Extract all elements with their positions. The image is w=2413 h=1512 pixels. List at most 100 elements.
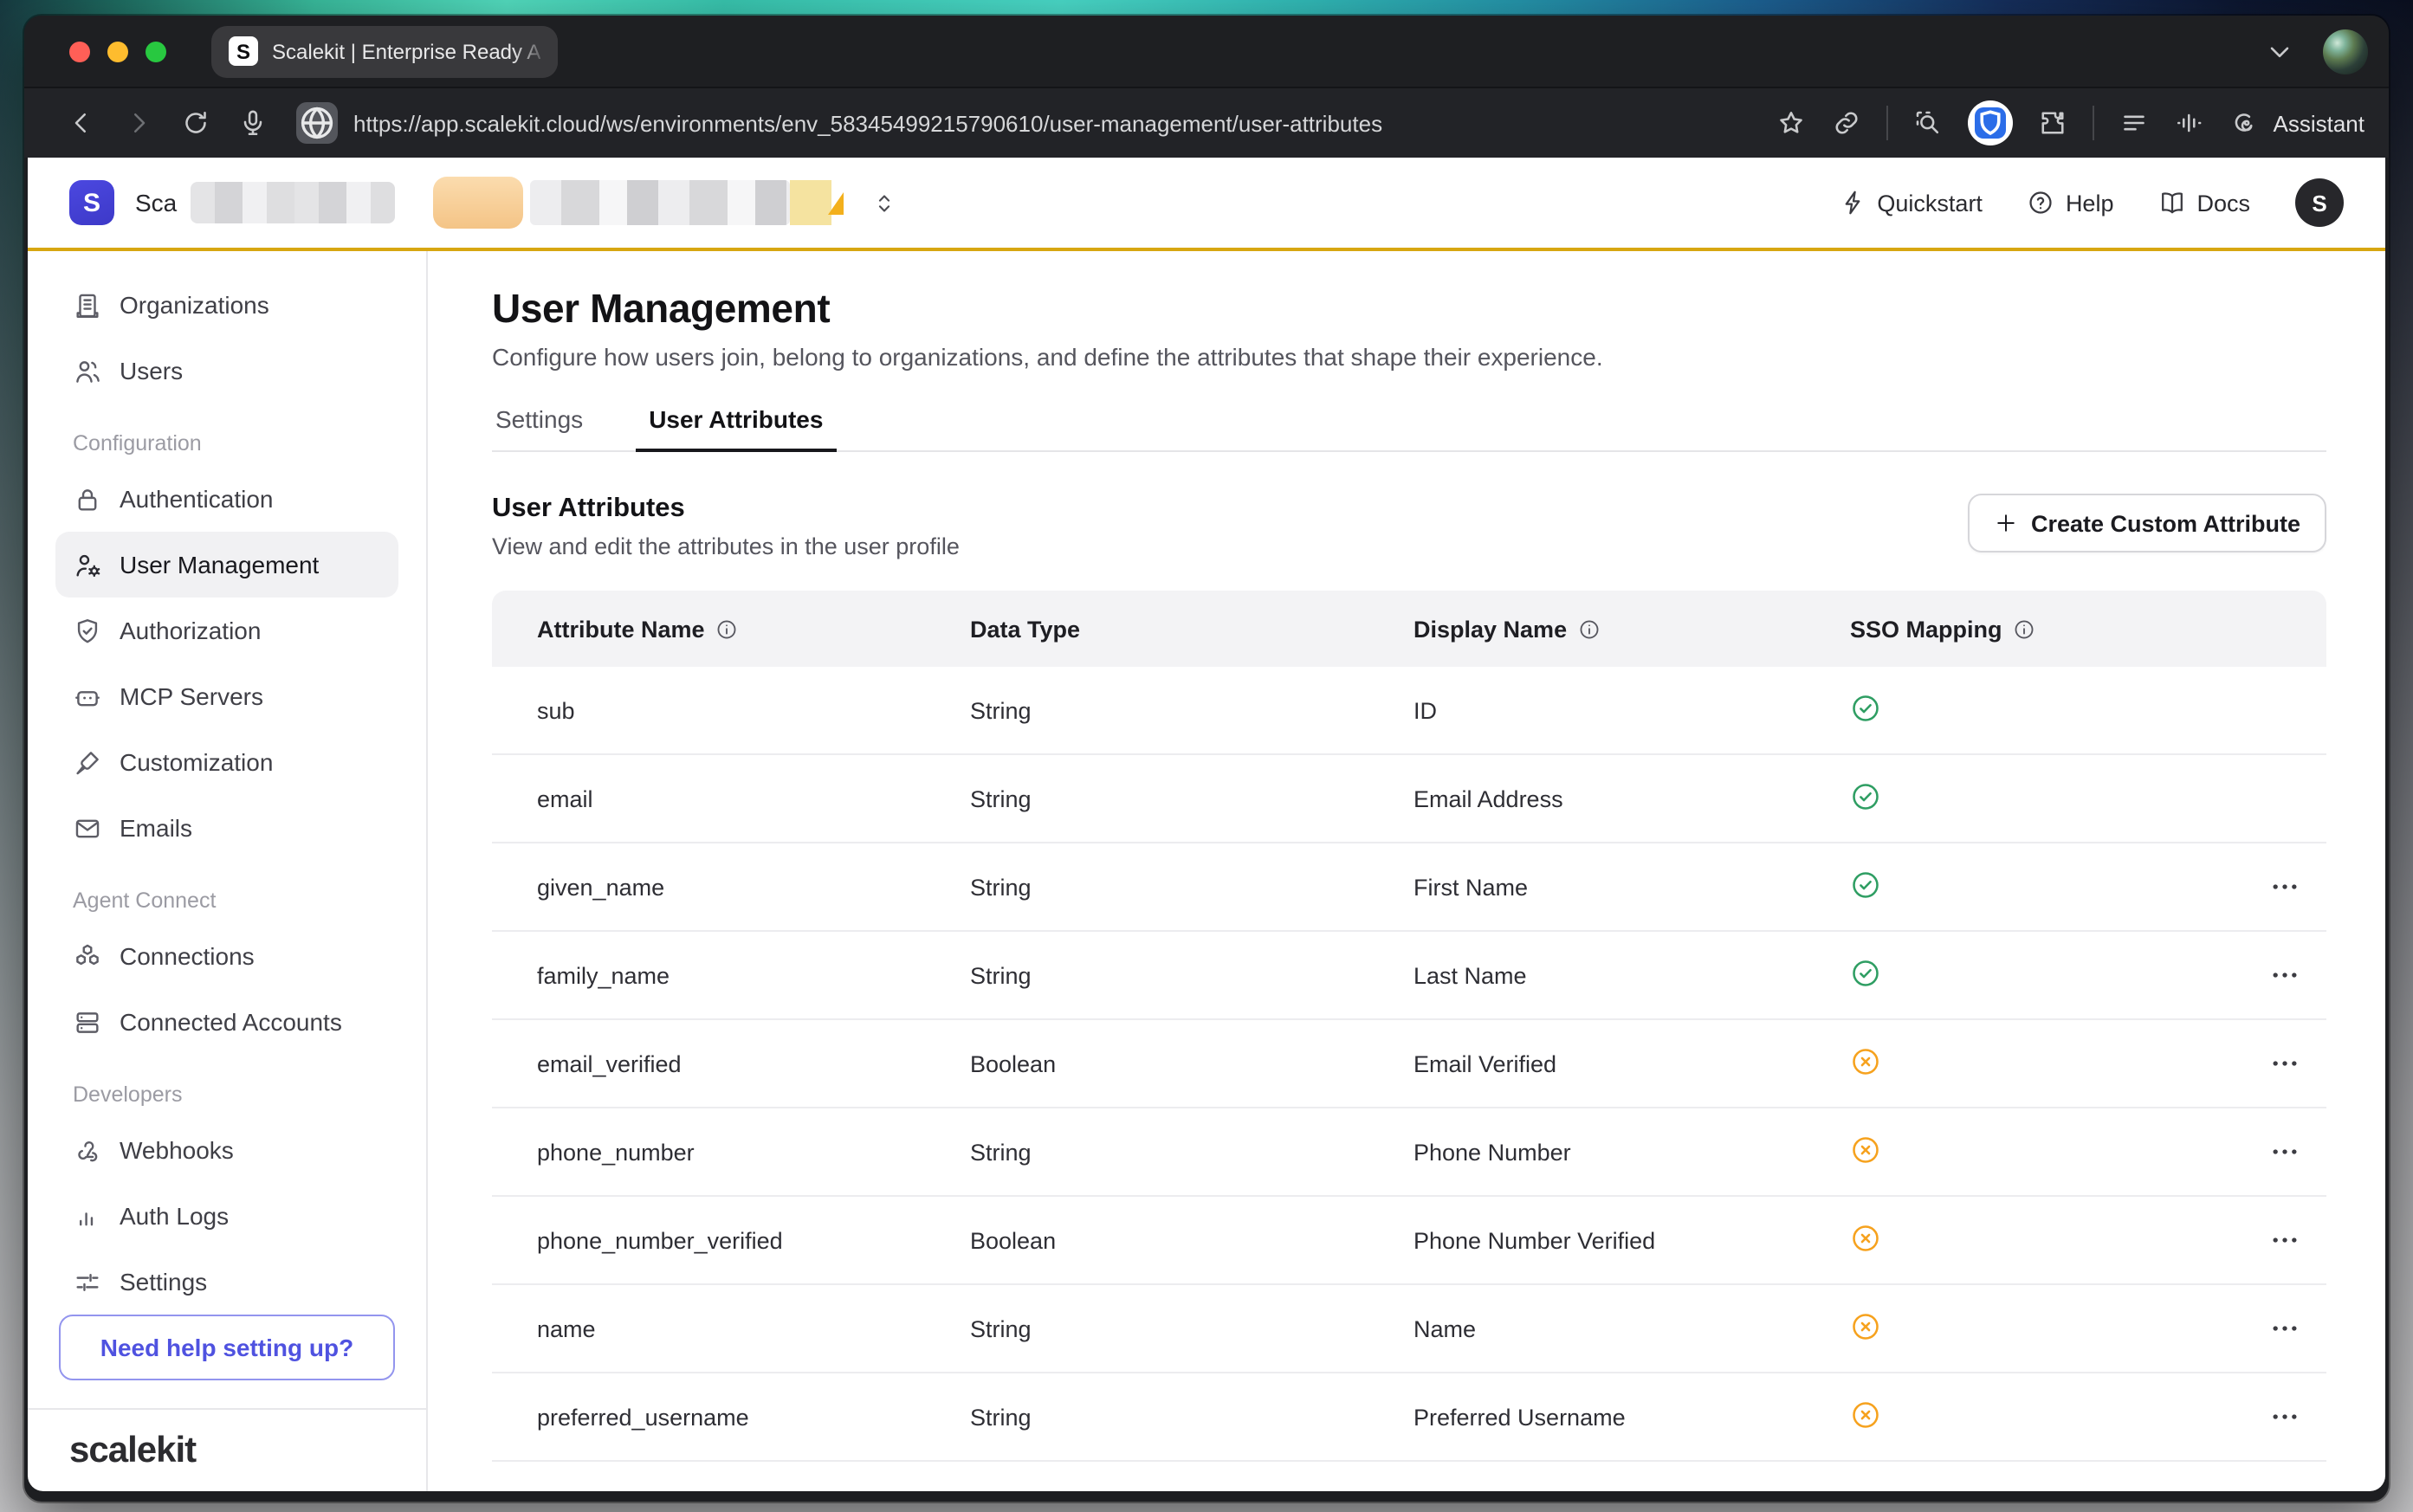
forward-button[interactable] <box>123 107 154 139</box>
bitwarden-extension-icon[interactable] <box>1969 100 2014 145</box>
sidebar-item-emails[interactable]: Emails <box>55 795 398 861</box>
display-name-cell: Last Name <box>1414 962 1850 988</box>
address-bar[interactable]: https://app.scalekit.cloud/ws/environmen… <box>296 102 1756 144</box>
table-row: sub String ID <box>492 667 2326 755</box>
data-type-cell: Boolean <box>970 1050 1414 1076</box>
user-avatar[interactable]: S <box>2295 178 2344 227</box>
sso-mapping-cell <box>1850 957 2248 993</box>
reload-button[interactable] <box>180 107 211 139</box>
sidebar-item-label: Connected Accounts <box>120 1008 342 1036</box>
redacted-workspace-name <box>191 182 395 223</box>
sidebar-item-webhooks[interactable]: Webhooks <box>55 1117 398 1183</box>
section-subtitle: View and edit the attributes in the user… <box>492 533 960 559</box>
column-header-display-name: Display Name <box>1414 616 1850 642</box>
sidebar-item-authentication[interactable]: Authentication <box>55 466 398 532</box>
attribute-name-cell: given_name <box>537 874 970 900</box>
row-actions-menu-button[interactable] <box>2267 1046 2302 1081</box>
display-name-cell: Preferred Username <box>1414 1404 1850 1430</box>
help-circle-icon <box>2028 189 2055 216</box>
copy-link-icon[interactable] <box>1832 107 1863 139</box>
browser-profile-avatar[interactable] <box>2323 29 2368 74</box>
voice-wave-icon[interactable] <box>2175 107 2206 139</box>
sidebar-item-label: Auth Logs <box>120 1202 229 1230</box>
attribute-name-cell: family_name <box>537 962 970 988</box>
sidebar-item-users[interactable]: Users <box>55 338 398 404</box>
sso-unmapped-x-icon <box>1850 1134 1881 1165</box>
sidebar-section-label-developers: Developers <box>73 1082 381 1107</box>
attribute-name-cell: email <box>537 785 970 811</box>
shield-check-icon <box>73 616 102 645</box>
sidebar-item-organizations[interactable]: Organizations <box>55 272 398 338</box>
display-name-cell: Phone Number <box>1414 1139 1850 1165</box>
sidebar-item-label: Connections <box>120 942 255 970</box>
webhook-icon <box>73 1135 102 1165</box>
tab-settings[interactable]: Settings <box>492 405 586 452</box>
info-icon[interactable] <box>715 617 738 640</box>
table-row: family_name String Last Name <box>492 932 2326 1020</box>
tab-list-chevron-icon[interactable] <box>2264 36 2295 67</box>
help-button[interactable]: Help <box>2028 189 2114 216</box>
building-icon <box>73 290 102 320</box>
info-icon[interactable] <box>1577 617 1600 640</box>
reader-menu-icon[interactable] <box>2119 107 2151 139</box>
attribute-name-cell: name <box>537 1315 970 1341</box>
sidebar-item-mcp-servers[interactable]: MCP Servers <box>55 663 398 729</box>
sso-mapped-check-icon <box>1850 692 1881 723</box>
url-text: https://app.scalekit.cloud/ws/environmen… <box>353 110 1382 136</box>
window-controls <box>69 41 166 61</box>
scalekit-wordmark: scalekit <box>69 1430 196 1471</box>
bot-icon <box>73 682 102 711</box>
minimize-window-button[interactable] <box>107 41 128 61</box>
blocks-icon <box>73 941 102 971</box>
row-actions-menu-button[interactable] <box>2267 1223 2302 1257</box>
sidebar-item-label: Settings <box>120 1268 207 1296</box>
servers-icon <box>73 1007 102 1037</box>
assistant-label: Assistant <box>2274 110 2365 136</box>
row-actions-menu-button[interactable] <box>2267 1134 2302 1169</box>
sidebar-item-connected-accounts[interactable]: Connected Accounts <box>55 989 398 1055</box>
bookmark-star-icon[interactable] <box>1776 107 1808 139</box>
data-type-cell: String <box>970 1315 1414 1341</box>
assistant-button[interactable]: Assistant <box>2230 107 2365 139</box>
info-icon[interactable] <box>2013 617 2035 640</box>
tab-title: Scalekit | Enterprise Ready A <box>272 39 540 63</box>
sidebar-item-label: Organizations <box>120 291 269 319</box>
toolbar-divider <box>2093 106 2095 140</box>
tab-user-attributes[interactable]: User Attributes <box>645 405 826 452</box>
sidebar-item-authorization[interactable]: Authorization <box>55 598 398 663</box>
sidebar-item-auth-logs[interactable]: Auth Logs <box>55 1183 398 1249</box>
sidebar-item-customization[interactable]: Customization <box>55 729 398 795</box>
table-row: phone_number String Phone Number <box>492 1108 2326 1197</box>
sidebar-item-settings[interactable]: Settings <box>55 1249 398 1315</box>
data-type-cell: String <box>970 962 1414 988</box>
workspace-environment-switcher[interactable]: Sca <box>135 177 897 229</box>
docs-button[interactable]: Docs <box>2158 189 2250 216</box>
sso-unmapped-x-icon <box>1850 1310 1881 1341</box>
quickstart-button[interactable]: Quickstart <box>1839 189 1983 216</box>
row-actions-menu-button[interactable] <box>2267 869 2302 904</box>
workspace-name: Sca <box>135 189 177 216</box>
row-actions-menu-button[interactable] <box>2267 1311 2302 1346</box>
row-actions-menu-button[interactable] <box>2267 958 2302 992</box>
create-custom-attribute-button[interactable]: Create Custom Attribute <box>1969 494 2326 552</box>
toolbar-divider <box>1887 106 1889 140</box>
sidebar-item-label: Customization <box>120 748 273 776</box>
table-row: email_verified Boolean Email Verified <box>492 1020 2326 1108</box>
book-icon <box>2158 189 2186 216</box>
back-button[interactable] <box>66 107 97 139</box>
extensions-puzzle-icon[interactable] <box>2038 107 2069 139</box>
mail-icon <box>73 813 102 843</box>
need-help-button[interactable]: Need help setting up? <box>59 1315 395 1380</box>
row-actions-menu-button[interactable] <box>2267 1399 2302 1434</box>
sidebar-item-user-management[interactable]: User Management <box>55 532 398 598</box>
user-cog-icon <box>73 550 102 579</box>
sso-mapping-cell <box>1850 1134 2248 1170</box>
browser-tab[interactable]: S Scalekit | Enterprise Ready A <box>211 25 558 77</box>
page-zoom-icon[interactable] <box>1913 107 1944 139</box>
zoom-window-button[interactable] <box>146 41 166 61</box>
sidebar-section-label-configuration: Configuration <box>73 431 381 456</box>
table-row: phone_number_verified Boolean Phone Numb… <box>492 1197 2326 1285</box>
close-window-button[interactable] <box>69 41 90 61</box>
sidebar-item-connections[interactable]: Connections <box>55 923 398 989</box>
microphone-icon[interactable] <box>237 107 268 139</box>
